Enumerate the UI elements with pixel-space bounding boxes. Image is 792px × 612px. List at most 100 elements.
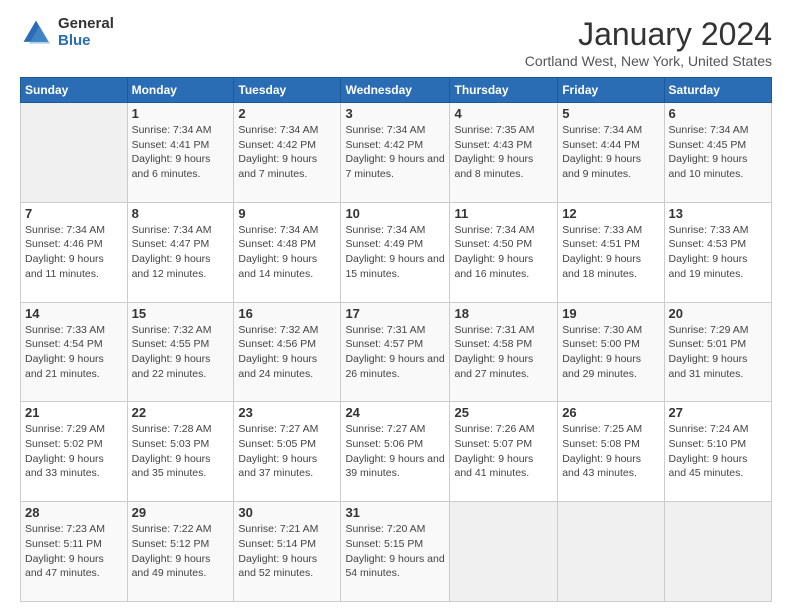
day-info: Sunrise: 7:27 AMSunset: 5:05 PMDaylight:… [238, 422, 336, 481]
day-cell: 18Sunrise: 7:31 AMSunset: 4:58 PMDayligh… [450, 302, 558, 402]
day-number: 25 [454, 405, 553, 420]
day-cell [664, 502, 771, 602]
day-number: 27 [669, 405, 767, 420]
sunset-text: Sunset: 4:58 PM [454, 337, 553, 352]
sunset-text: Sunset: 4:54 PM [25, 337, 123, 352]
day-info: Sunrise: 7:33 AMSunset: 4:53 PMDaylight:… [669, 223, 767, 282]
sunset-text: Sunset: 4:53 PM [669, 237, 767, 252]
sunset-text: Sunset: 4:57 PM [345, 337, 445, 352]
daylight-text: Daylight: 9 hours and 19 minutes. [669, 252, 767, 281]
daylight-text: Daylight: 9 hours and 27 minutes. [454, 352, 553, 381]
day-info: Sunrise: 7:34 AMSunset: 4:46 PMDaylight:… [25, 223, 123, 282]
day-cell: 29 Sunrise: 7:22 AMSunset: 5:12 PMDayligh… [127, 502, 234, 602]
day-header-sunday: Sunday [21, 78, 128, 103]
sunset-text: Sunset: 4:43 PM [454, 138, 553, 153]
sunrise-text: Sunrise: 7:33 AM [25, 323, 123, 338]
sunrise-text: Sunrise: 7:21 AM [238, 522, 336, 537]
sunset-text: Sunset: 4:48 PM [238, 237, 336, 252]
day-cell: 2Sunrise: 7:34 AMSunset: 4:42 PMDaylight… [234, 103, 341, 203]
week-row-4: 21Sunrise: 7:29 AMSunset: 5:02 PMDayligh… [21, 402, 772, 502]
sunrise-text: Sunrise: 7:34 AM [132, 223, 230, 238]
sunrise-text: Sunrise: 7:20 AM [345, 522, 445, 537]
day-number: 7 [25, 206, 123, 221]
sunset-text: Sunset: 5:00 PM [562, 337, 659, 352]
day-info: Sunrise: 7:20 AMSunset: 5:15 PMDaylight:… [345, 522, 445, 581]
day-info: Sunrise: 7:34 AMSunset: 4:45 PMDaylight:… [669, 123, 767, 182]
day-cell: 20Sunrise: 7:29 AMSunset: 5:01 PMDayligh… [664, 302, 771, 402]
day-cell: 27 Sunrise: 7:24 AMSunset: 5:10 PMDayligh… [664, 402, 771, 502]
day-info: Sunrise: 7:24 AMSunset: 5:10 PMDaylight:… [669, 422, 767, 481]
sunset-text: Sunset: 4:44 PM [562, 138, 659, 153]
sunrise-text: Sunrise: 7:29 AM [25, 422, 123, 437]
day-cell: 6Sunrise: 7:34 AMSunset: 4:45 PMDaylight… [664, 103, 771, 203]
daylight-text: Daylight: 9 hours and 18 minutes. [562, 252, 659, 281]
day-info: Sunrise: 7:23 AMSunset: 5:11 PMDaylight:… [25, 522, 123, 581]
day-cell: 30Sunrise: 7:21 AMSunset: 5:14 PMDayligh… [234, 502, 341, 602]
day-number: 22 [132, 405, 230, 420]
sunset-text: Sunset: 5:12 PM [132, 537, 230, 552]
daylight-text: Daylight: 9 hours and 22 minutes. [132, 352, 230, 381]
logo-icon [20, 17, 52, 49]
sunset-text: Sunset: 5:03 PM [132, 437, 230, 452]
day-header-wednesday: Wednesday [341, 78, 450, 103]
calendar: SundayMondayTuesdayWednesdayThursdayFrid… [20, 77, 772, 602]
daylight-text: Daylight: 9 hours and 47 minutes. [25, 552, 123, 581]
day-number: 20 [669, 306, 767, 321]
daylight-text: Daylight: 9 hours and 33 minutes. [25, 452, 123, 481]
daylight-text: Daylight: 9 hours and 41 minutes. [454, 452, 553, 481]
day-cell: 10Sunrise: 7:34 AMSunset: 4:49 PMDayligh… [341, 202, 450, 302]
day-number: 28 [25, 505, 123, 520]
daylight-text: Daylight: 9 hours and 49 minutes. [132, 552, 230, 581]
day-number: 23 [238, 405, 336, 420]
sunrise-text: Sunrise: 7:32 AM [238, 323, 336, 338]
day-cell: 13Sunrise: 7:33 AMSunset: 4:53 PMDayligh… [664, 202, 771, 302]
day-cell: 22Sunrise: 7:28 AMSunset: 5:03 PMDayligh… [127, 402, 234, 502]
day-cell: 26Sunrise: 7:25 AMSunset: 5:08 PMDayligh… [558, 402, 664, 502]
day-cell: 3Sunrise: 7:34 AMSunset: 4:42 PMDaylight… [341, 103, 450, 203]
day-cell: 21Sunrise: 7:29 AMSunset: 5:02 PMDayligh… [21, 402, 128, 502]
day-cell: 12Sunrise: 7:33 AMSunset: 4:51 PMDayligh… [558, 202, 664, 302]
sunrise-text: Sunrise: 7:35 AM [454, 123, 553, 138]
day-cell: 25 Sunrise: 7:26 AMSunset: 5:07 PMDayligh… [450, 402, 558, 502]
day-number: 4 [454, 106, 553, 121]
sunset-text: Sunset: 4:45 PM [669, 138, 767, 153]
day-header-tuesday: Tuesday [234, 78, 341, 103]
sunrise-text: Sunrise: 7:34 AM [345, 223, 445, 238]
sunrise-text: Sunrise: 7:25 AM [562, 422, 659, 437]
sunrise-text: Sunrise: 7:27 AM [345, 422, 445, 437]
sunrise-text: Sunrise: 7:23 AM [25, 522, 123, 537]
day-info: Sunrise: 7:25 AMSunset: 5:08 PMDaylight:… [562, 422, 659, 481]
sunrise-text: Sunrise: 7:30 AM [562, 323, 659, 338]
day-number: 3 [345, 106, 445, 121]
main-title: January 2024 [525, 16, 772, 53]
daylight-text: Daylight: 9 hours and 7 minutes. [345, 152, 445, 181]
daylight-text: Daylight: 9 hours and 39 minutes. [345, 452, 445, 481]
day-info: Sunrise: 7:35 AMSunset: 4:43 PMDaylight:… [454, 123, 553, 182]
daylight-text: Daylight: 9 hours and 54 minutes. [345, 552, 445, 581]
sunset-text: Sunset: 4:46 PM [25, 237, 123, 252]
day-number: 29 [132, 505, 230, 520]
daylight-text: Daylight: 9 hours and 31 minutes. [669, 352, 767, 381]
day-number: 9 [238, 206, 336, 221]
day-number: 8 [132, 206, 230, 221]
day-number: 31 [345, 505, 445, 520]
sunrise-text: Sunrise: 7:22 AM [132, 522, 230, 537]
daylight-text: Daylight: 9 hours and 24 minutes. [238, 352, 336, 381]
sunset-text: Sunset: 4:47 PM [132, 237, 230, 252]
daylight-text: Daylight: 9 hours and 7 minutes. [238, 152, 336, 181]
subtitle: Cortland West, New York, United States [525, 53, 772, 69]
daylight-text: Daylight: 9 hours and 45 minutes. [669, 452, 767, 481]
sunrise-text: Sunrise: 7:31 AM [345, 323, 445, 338]
day-info: Sunrise: 7:27 AMSunset: 5:06 PMDaylight:… [345, 422, 445, 481]
sunrise-text: Sunrise: 7:24 AM [669, 422, 767, 437]
day-info: Sunrise: 7:26 AMSunset: 5:07 PMDaylight:… [454, 422, 553, 481]
day-info: Sunrise: 7:33 AMSunset: 4:54 PMDaylight:… [25, 323, 123, 382]
sunset-text: Sunset: 4:49 PM [345, 237, 445, 252]
day-info: Sunrise: 7:34 AMSunset: 4:50 PMDaylight:… [454, 223, 553, 282]
day-cell: 4 Sunrise: 7:35 AMSunset: 4:43 PMDaylight… [450, 103, 558, 203]
day-info: Sunrise: 7:32 AMSunset: 4:55 PMDaylight:… [132, 323, 230, 382]
day-number: 24 [345, 405, 445, 420]
week-row-3: 14Sunrise: 7:33 AMSunset: 4:54 PMDayligh… [21, 302, 772, 402]
week-row-1: 1Sunrise: 7:34 AMSunset: 4:41 PMDaylight… [21, 103, 772, 203]
sunset-text: Sunset: 5:05 PM [238, 437, 336, 452]
